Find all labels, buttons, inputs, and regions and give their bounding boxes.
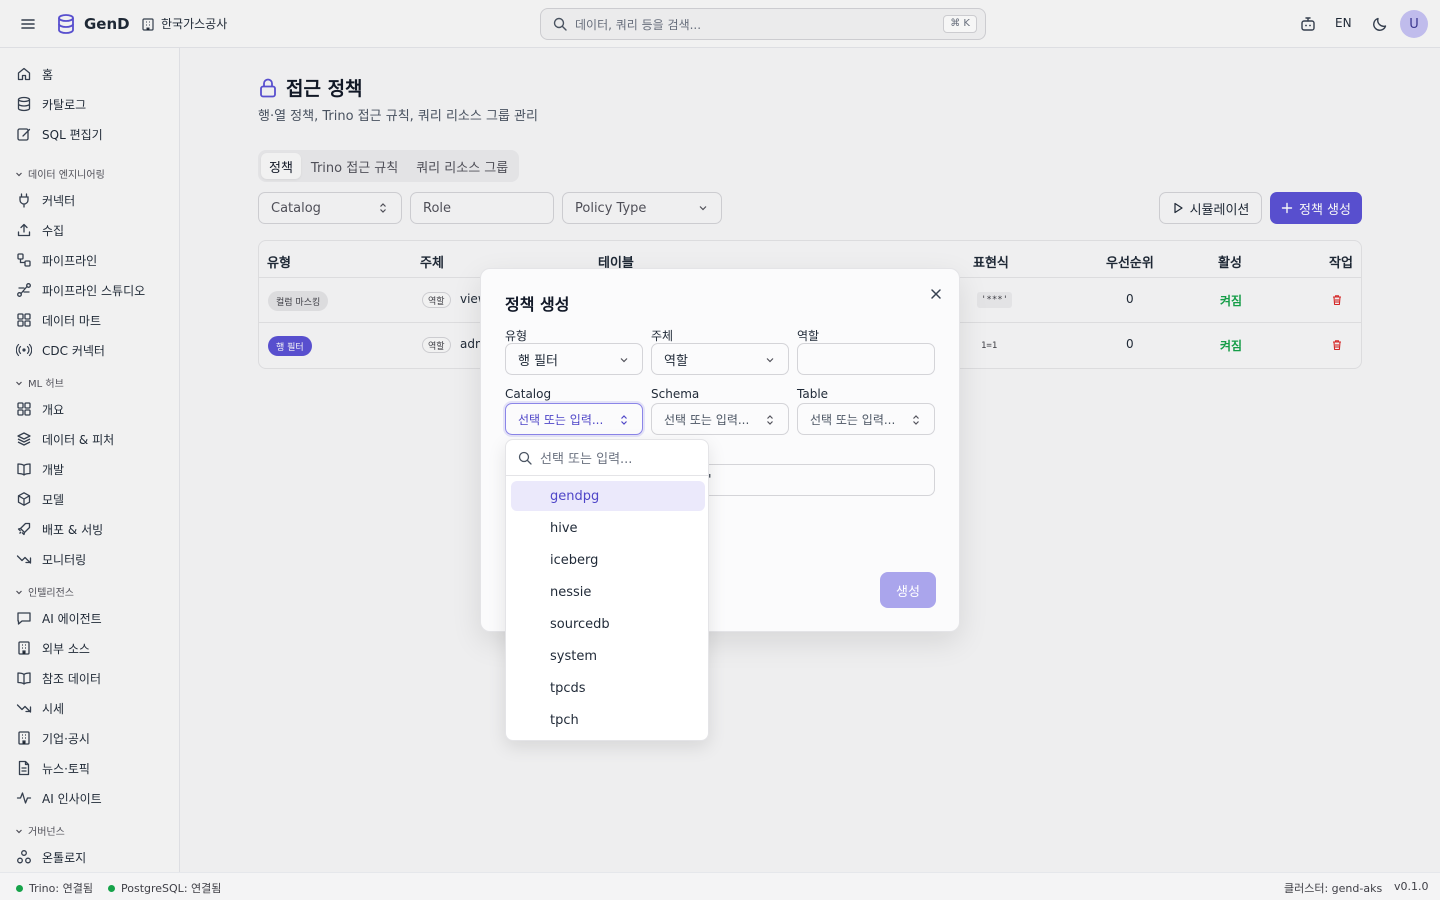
option-sourcedb[interactable]: sourcedb: [511, 609, 705, 639]
submit-button[interactable]: 생성: [880, 572, 936, 608]
postgres-status: PostgreSQL: 연결됨: [108, 880, 221, 896]
catalog-combobox[interactable]: 선택 또는 입력...: [505, 403, 643, 435]
option-iceberg[interactable]: iceberg: [511, 545, 705, 575]
catalog-dropdown: 선택 또는 입력... gendpg hive iceberg nessie s…: [505, 439, 709, 741]
dropdown-search[interactable]: 선택 또는 입력...: [506, 440, 708, 476]
option-tpcds[interactable]: tpcds: [511, 673, 705, 703]
type-label: 유형: [505, 329, 528, 343]
chevron-down-icon: [620, 358, 628, 363]
chevrons-up-down-icon: [913, 415, 919, 425]
dropdown-search-input[interactable]: 선택 또는 입력...: [540, 448, 632, 467]
chevron-down-icon: [766, 358, 774, 363]
option-nessie[interactable]: nessie: [511, 577, 705, 607]
status-dot: [16, 884, 23, 892]
catalog-label: Catalog: [505, 387, 552, 401]
chevrons-up-down-icon: [621, 415, 627, 425]
role-input[interactable]: [797, 343, 935, 375]
status-dot: [108, 884, 115, 892]
subject-label: 주체: [651, 329, 674, 343]
role-label: 역할: [797, 329, 820, 343]
status-bar: Trino: 연결됨 PostgreSQL: 연결됨 클러스터: gend-ak…: [0, 872, 1440, 900]
dialog-title: 정책 생성: [505, 295, 570, 314]
schema-combobox[interactable]: 선택 또는 입력...: [651, 403, 789, 435]
search-icon: [518, 451, 532, 465]
subject-select[interactable]: 역할: [651, 343, 789, 375]
type-select[interactable]: 행 필터: [505, 343, 643, 375]
option-hive[interactable]: hive: [511, 513, 705, 543]
chevrons-up-down-icon: [767, 415, 773, 425]
trino-status: Trino: 연결됨: [16, 880, 93, 896]
option-gendpg[interactable]: gendpg: [511, 481, 705, 511]
close-icon[interactable]: [928, 286, 944, 302]
version-info: v0.1.0: [1394, 880, 1429, 893]
option-tpch[interactable]: tpch: [511, 705, 705, 735]
schema-label: Schema: [651, 387, 700, 401]
table-combobox[interactable]: 선택 또는 입력...: [797, 403, 935, 435]
cluster-info: 클러스터: gend-aks: [1284, 882, 1383, 895]
option-system[interactable]: system: [511, 641, 705, 671]
table-label: Table: [797, 387, 829, 401]
